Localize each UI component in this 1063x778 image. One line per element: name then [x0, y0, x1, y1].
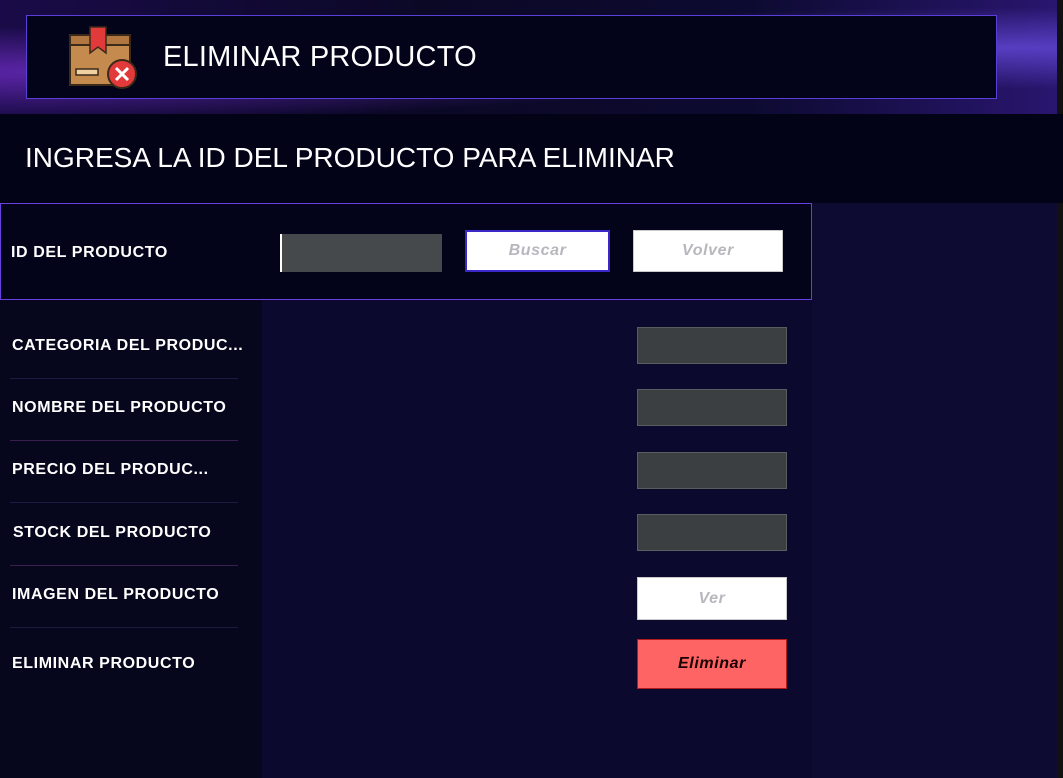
side-panel — [812, 203, 1057, 778]
ver-button[interactable]: Ver — [637, 577, 787, 620]
eliminar-label: ELIMINAR PRODUCTO — [12, 655, 196, 672]
categoria-field[interactable] — [637, 327, 787, 364]
precio-field[interactable] — [637, 452, 787, 489]
instruction-heading: INGRESA LA ID DEL PRODUCTO PARA ELIMINAR — [25, 142, 675, 173]
row-divider — [10, 378, 238, 379]
row-divider — [10, 502, 238, 503]
id-label: ID DEL PRODUCTO — [11, 244, 168, 261]
precio-label: PRECIO DEL PRODUC... — [12, 461, 209, 478]
nombre-label: NOMBRE DEL PRODUCTO — [12, 399, 227, 416]
eliminar-button[interactable]: Eliminar — [637, 639, 787, 689]
volver-button[interactable]: Volver — [633, 230, 783, 272]
nombre-field[interactable] — [637, 389, 787, 426]
product-id-input[interactable] — [280, 234, 442, 272]
row-divider — [10, 627, 238, 628]
row-divider — [10, 565, 238, 566]
stock-field[interactable] — [637, 514, 787, 551]
box-delete-icon — [68, 25, 138, 91]
header-panel: ELIMINAR PRODUCTO — [26, 15, 997, 99]
categoria-label: CATEGORIA DEL PRODUC... — [12, 337, 244, 354]
buscar-button[interactable]: Buscar — [465, 230, 610, 272]
page-title: ELIMINAR PRODUCTO — [163, 41, 477, 73]
row-divider — [10, 440, 238, 441]
stock-label: STOCK DEL PRODUCTO — [13, 524, 212, 541]
imagen-label: IMAGEN DEL PRODUCTO — [12, 586, 220, 603]
